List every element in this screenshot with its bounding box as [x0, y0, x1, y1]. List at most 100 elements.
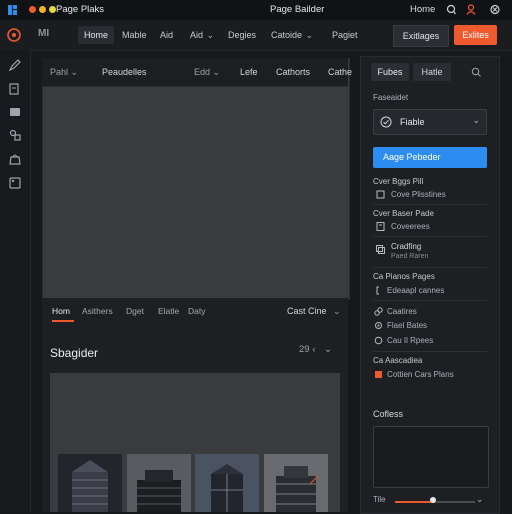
- canvas-tab-cathe[interactable]: Cathe: [328, 64, 352, 80]
- divider: [373, 300, 487, 301]
- panel-search-icon[interactable]: [471, 67, 481, 77]
- group-item[interactable]: Cottien Cars Plans: [387, 370, 454, 379]
- bottom-tab-daty[interactable]: Daty: [188, 306, 205, 316]
- bottom-tab-asithers[interactable]: Asithers: [82, 306, 113, 316]
- group-item[interactable]: Cau Il Rpees: [387, 336, 433, 345]
- page-indicator[interactable]: 29 ‹ ⌄: [299, 344, 332, 355]
- chevron-down-icon[interactable]: ⌄: [476, 494, 484, 505]
- group-label: Cver Bggs Pill: [373, 177, 424, 186]
- bottom-tab-hom[interactable]: Hom: [52, 306, 70, 316]
- slider-label: Tile: [373, 495, 386, 504]
- pen-tool-icon[interactable]: [8, 58, 22, 72]
- slider-fill: [395, 501, 434, 503]
- divider: [373, 204, 487, 205]
- group-item[interactable]: Coveerees: [391, 222, 430, 231]
- window-close-icon[interactable]: [490, 4, 500, 15]
- canvas-tab-bar: Pahl ⌄ Peaudelles Edd ⌄ Lefe Cathorts Ca…: [42, 58, 352, 87]
- type-dropdown[interactable]: Fiable ⌄: [373, 109, 487, 135]
- properties-panel: Fubes Hatle Faseaidet Fiable ⌄ Aage Pebe…: [360, 56, 500, 514]
- assets-icon[interactable]: [8, 128, 22, 142]
- left-icon-rail: [0, 50, 31, 512]
- asset-thumbnail[interactable]: [58, 454, 122, 512]
- section-label: Faseaidet: [373, 93, 409, 102]
- sort-dropdown[interactable]: Cast Cine ⌄: [287, 306, 341, 317]
- group-item[interactable]: Cove Plisstines: [391, 190, 446, 199]
- tab-catoide[interactable]: Catoide ⌄: [265, 26, 316, 44]
- canvas-tab-cathorts[interactable]: Cathorts: [276, 64, 310, 80]
- window-title: Page Bailder: [270, 4, 325, 15]
- window-close-dot[interactable]: [29, 6, 36, 13]
- toolbar-logo-text: MI: [38, 28, 50, 39]
- opacity-slider[interactable]: [395, 497, 475, 505]
- panel-tab-fubes[interactable]: Fubes: [371, 63, 409, 81]
- asset-thumbnail[interactable]: [195, 454, 259, 512]
- canvas-tab-edd[interactable]: Edd ⌄: [194, 64, 220, 80]
- tab-aid-dropdown[interactable]: Aid ⌄: [184, 26, 217, 44]
- group-label: Cver Baser Pade: [373, 209, 434, 218]
- tab-aid[interactable]: Aid: [154, 26, 179, 44]
- chevron-down-icon: ⌄: [206, 30, 215, 40]
- divider: [373, 236, 487, 237]
- chevron-down-icon: ⌄: [212, 67, 221, 77]
- toolbar: MI Home Mable Aid Aid ⌄ Degies Catoide ⌄…: [0, 20, 512, 51]
- canvas-tab-pahl[interactable]: Pahl ⌄: [50, 64, 78, 80]
- tab-mable[interactable]: Mable: [116, 26, 153, 44]
- comments-textarea[interactable]: [373, 426, 489, 488]
- notification-icon[interactable]: [446, 4, 456, 15]
- tab-pagiet[interactable]: Pagiet: [326, 26, 364, 44]
- canvas-area[interactable]: [42, 58, 350, 300]
- app-logo-icon: [8, 5, 18, 15]
- bottom-tab-elatle[interactable]: Elatle: [158, 306, 179, 316]
- action-button[interactable]: Aage Pebeder: [373, 147, 487, 168]
- primary-button[interactable]: Exlites: [454, 25, 497, 45]
- section-title: Sbagider: [50, 346, 99, 360]
- group-label: Ca Aascadiea: [373, 356, 423, 365]
- settings-icon: [374, 321, 383, 330]
- sort-label: Cast Cine: [287, 306, 327, 316]
- divider: [373, 267, 487, 268]
- dropdown-value: Fiable: [400, 117, 425, 127]
- group-item[interactable]: Flael Bates: [387, 321, 427, 330]
- tab-degies[interactable]: Degies: [222, 26, 262, 44]
- image-icon[interactable]: [8, 176, 22, 190]
- active-tab-indicator: [52, 320, 74, 322]
- orange-square-icon: [374, 370, 383, 379]
- circle-check-icon: [380, 116, 392, 128]
- chevron-down-icon: ⌄: [305, 30, 314, 40]
- page-indicator-label: 29 ‹: [299, 344, 316, 355]
- asset-thumbnail[interactable]: [127, 454, 191, 512]
- title-bar: Page Plaks Page Bailder Home: [0, 0, 512, 21]
- chevron-down-icon: ⌄: [472, 115, 480, 125]
- brand-logo-icon[interactable]: [7, 28, 21, 42]
- chevron-down-icon: ⌄: [70, 67, 79, 77]
- canvas-tab-peaudelles[interactable]: Peaudelles: [102, 64, 147, 80]
- group-item[interactable]: Edeaapl cannes: [387, 286, 444, 295]
- link-icon: [374, 307, 383, 316]
- window-maximize-dot[interactable]: [49, 6, 56, 13]
- shop-icon[interactable]: [8, 152, 22, 166]
- bracket-icon: [376, 286, 385, 295]
- panel-tab-hatle[interactable]: Hatle: [413, 63, 451, 81]
- canvas-tab-pahl-label: Pahl: [50, 67, 69, 77]
- tab-catoide-label: Catoide: [271, 30, 303, 40]
- tab-home[interactable]: Home: [78, 26, 115, 44]
- layers-icon[interactable]: [8, 82, 22, 96]
- folder-icon[interactable]: [8, 104, 22, 118]
- canvas-tab-edd-label: Edd: [194, 67, 211, 77]
- window-minimize-dot[interactable]: [39, 6, 46, 13]
- app-name: Page Plaks: [56, 4, 105, 15]
- user-icon[interactable]: [466, 4, 476, 15]
- canvas-tab-lefe[interactable]: Lefe: [240, 64, 258, 80]
- chevron-down-icon: ⌄: [324, 344, 332, 355]
- comments-label: Cofless: [373, 409, 404, 419]
- home-link[interactable]: Home: [410, 4, 435, 15]
- divider: [373, 351, 487, 352]
- group-item[interactable]: Caatires: [387, 307, 417, 316]
- stack-icon: [376, 245, 385, 254]
- bottom-tab-dget[interactable]: Dget: [126, 306, 144, 316]
- square-icon: [376, 190, 385, 199]
- chevron-down-icon: ⌄: [333, 306, 341, 316]
- settings-button[interactable]: Exitlages: [393, 25, 449, 47]
- group-label: Cradfing: [391, 242, 422, 251]
- asset-thumbnail[interactable]: [264, 454, 328, 512]
